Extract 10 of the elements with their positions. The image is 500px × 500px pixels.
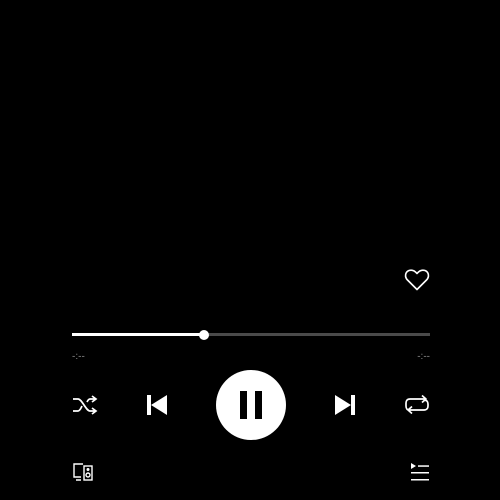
- shuffle-icon[interactable]: [72, 394, 98, 416]
- remaining-time: -:--: [417, 351, 430, 362]
- pause-icon: [239, 391, 263, 419]
- heart-icon[interactable]: [404, 268, 430, 292]
- previous-icon[interactable]: [146, 394, 168, 416]
- devices-icon[interactable]: [72, 462, 94, 482]
- elapsed-time: -:--: [72, 351, 85, 362]
- queue-icon[interactable]: [410, 462, 430, 482]
- repeat-icon[interactable]: [404, 394, 430, 416]
- next-icon[interactable]: [334, 394, 356, 416]
